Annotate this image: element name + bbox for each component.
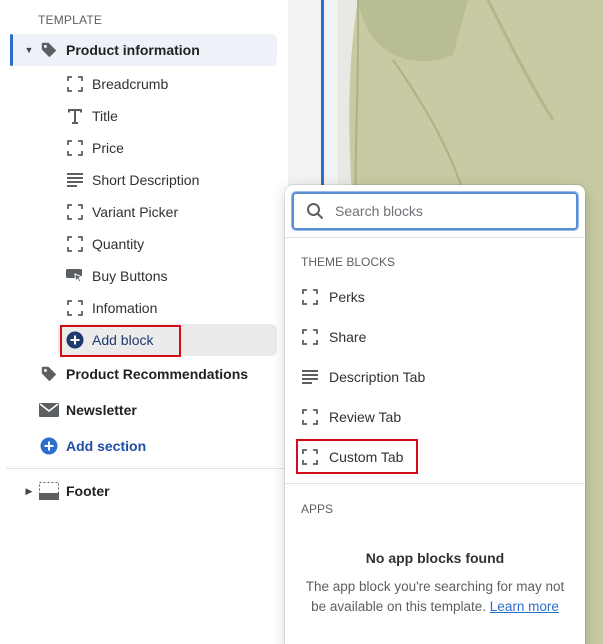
sidebar-divider bbox=[6, 468, 288, 469]
block-label: Price bbox=[92, 140, 124, 156]
bracket-icon bbox=[64, 234, 86, 254]
title-t-icon bbox=[64, 106, 86, 126]
envelope-icon bbox=[38, 400, 60, 420]
block-short-description[interactable]: Short Description bbox=[58, 164, 277, 196]
highlight-box-add-block bbox=[60, 325, 181, 357]
section-label: Product Recommendations bbox=[66, 366, 249, 382]
learn-more-link[interactable]: Learn more bbox=[490, 599, 559, 614]
popup-divider bbox=[285, 483, 585, 484]
theme-block-label: Review Tab bbox=[329, 409, 402, 425]
block-label: Infomation bbox=[92, 300, 158, 316]
theme-block-label: Description Tab bbox=[329, 369, 426, 385]
block-label: Short Description bbox=[92, 172, 200, 188]
block-label: Quantity bbox=[92, 236, 145, 252]
theme-block-share[interactable]: Share bbox=[299, 321, 571, 353]
no-app-blocks-description: The app block you're searching for may n… bbox=[305, 577, 565, 617]
block-breadcrumb[interactable]: Breadcrumb bbox=[58, 68, 277, 100]
bracket-icon bbox=[299, 329, 321, 345]
popup-divider bbox=[285, 237, 585, 238]
block-label: Buy Buttons bbox=[92, 268, 168, 284]
apps-heading: APPS bbox=[301, 502, 334, 516]
bracket-icon bbox=[64, 74, 86, 94]
theme-block-label: Perks bbox=[329, 289, 365, 305]
search-field[interactable] bbox=[292, 192, 578, 230]
bracket-icon bbox=[299, 409, 321, 425]
section-label: Newsletter bbox=[66, 402, 137, 418]
footer-layout-icon bbox=[38, 481, 60, 501]
block-quantity[interactable]: Quantity bbox=[58, 228, 277, 260]
sidebar: TEMPLATE ▼ Product information Breadcrum… bbox=[0, 0, 288, 644]
block-label: Breadcrumb bbox=[92, 76, 169, 92]
search-blocks-input[interactable] bbox=[335, 203, 565, 219]
section-footer[interactable]: ▶ Footer bbox=[10, 475, 277, 507]
theme-block-label: Share bbox=[329, 329, 367, 345]
section-label: Footer bbox=[66, 483, 110, 499]
theme-block-review-tab[interactable]: Review Tab bbox=[299, 401, 571, 433]
bracket-icon bbox=[64, 138, 86, 158]
block-infomation[interactable]: Infomation bbox=[58, 292, 277, 324]
text-lines-icon bbox=[64, 170, 86, 190]
block-variant-picker[interactable]: Variant Picker bbox=[58, 196, 277, 228]
caret-right-icon[interactable]: ▶ bbox=[22, 486, 36, 497]
section-newsletter[interactable]: Newsletter bbox=[10, 394, 277, 426]
buy-button-icon bbox=[64, 266, 86, 286]
theme-block-description-tab[interactable]: Description Tab bbox=[299, 361, 571, 393]
template-section-label: TEMPLATE bbox=[38, 13, 103, 27]
selection-indicator bbox=[321, 0, 324, 190]
block-label: Title bbox=[92, 108, 118, 124]
bracket-icon bbox=[299, 289, 321, 305]
bracket-icon bbox=[64, 298, 86, 318]
highlight-box-custom-tab bbox=[296, 439, 418, 474]
text-lines-icon bbox=[299, 370, 321, 384]
add-block-popover: THEME BLOCKS Perks Share Description Tab… bbox=[285, 185, 585, 644]
search-icon bbox=[306, 202, 326, 220]
section-product-information[interactable]: ▼ Product information bbox=[10, 34, 277, 66]
block-price[interactable]: Price bbox=[58, 132, 277, 164]
no-app-blocks-title: No app blocks found bbox=[365, 550, 505, 566]
add-section-label: Add section bbox=[66, 438, 147, 454]
plus-circle-icon bbox=[38, 436, 60, 456]
section-product-recommendations[interactable]: Product Recommendations bbox=[10, 358, 277, 390]
block-title[interactable]: Title bbox=[58, 100, 277, 132]
section-label: Product information bbox=[66, 42, 200, 58]
bracket-icon bbox=[64, 202, 86, 222]
tag-icon bbox=[38, 40, 60, 60]
caret-down-icon[interactable]: ▼ bbox=[22, 45, 36, 55]
theme-blocks-heading: THEME BLOCKS bbox=[301, 255, 396, 269]
block-label: Variant Picker bbox=[92, 204, 179, 220]
tag-icon bbox=[38, 364, 60, 384]
block-buy-buttons[interactable]: Buy Buttons bbox=[58, 260, 277, 292]
theme-block-perks[interactable]: Perks bbox=[299, 281, 571, 313]
add-section-button[interactable]: Add section bbox=[10, 430, 277, 462]
